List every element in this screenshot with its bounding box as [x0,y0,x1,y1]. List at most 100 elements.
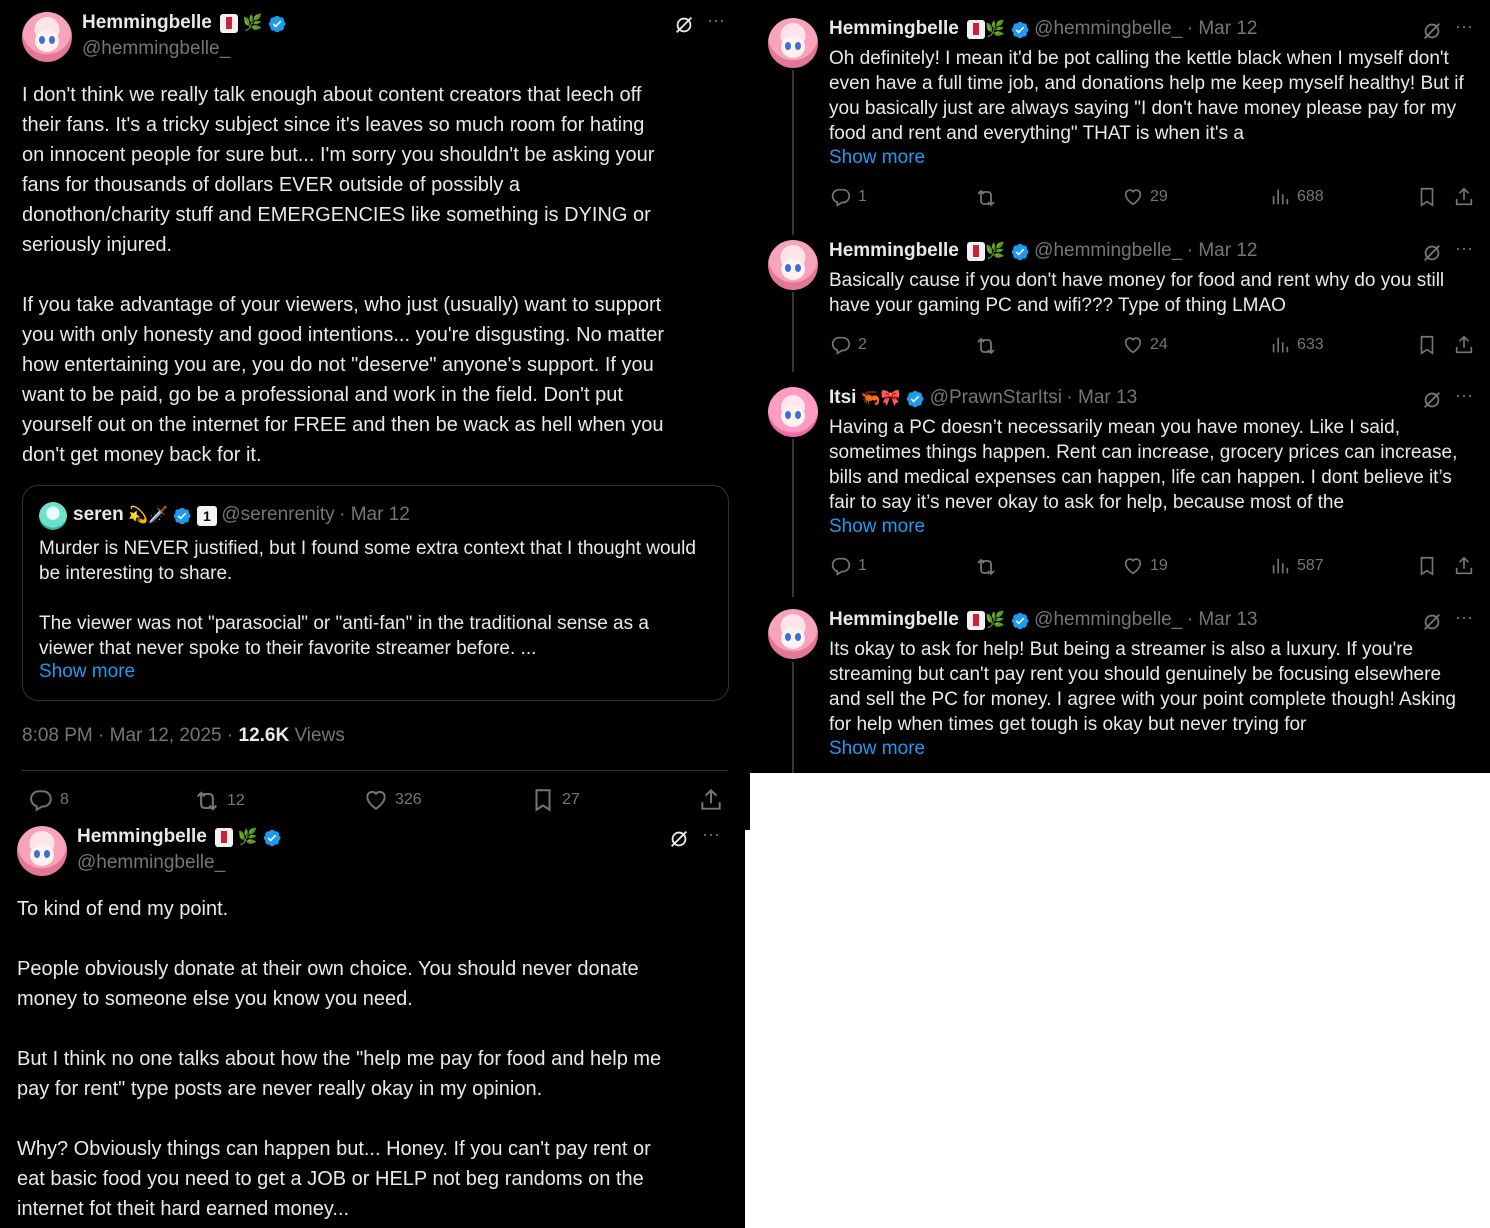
grok-icon[interactable] [1421,20,1443,42]
bookmark-tag-icon [967,20,986,40]
handle[interactable]: @hemmingbelle_ [82,38,230,60]
more-icon[interactable]: ··· [1455,385,1473,406]
share-button[interactable] [1453,334,1475,356]
handle[interactable]: @PrawnStarItsi [930,387,1062,408]
verified-badge-icon [267,14,287,34]
avatar[interactable] [22,12,72,62]
more-icon[interactable]: ··· [1455,238,1473,259]
verified-badge-icon [172,506,192,526]
reply-button[interactable]: 8 [28,787,69,813]
avatar[interactable] [768,240,818,290]
views-icon [1269,555,1291,577]
share-button[interactable] [1453,555,1475,577]
quote-handle: @serenrenity [221,504,335,525]
repost-button[interactable] [974,334,998,358]
author-line: Hemmingbelle 🌿 @hemmingbelle_ · Mar 12 [829,18,1258,40]
display-name[interactable]: Hemmingbelle [77,826,207,847]
more-icon[interactable]: ··· [707,10,725,31]
share-icon [1453,334,1475,356]
bookmark-button[interactable] [1416,186,1438,208]
display-name[interactable]: Hemmingbelle [829,609,959,630]
more-icon[interactable]: ··· [1455,607,1473,628]
post-timestamp: 8:08 PM · Mar 12, 2025 · 12.6K Views [22,725,345,746]
display-name[interactable]: Itsi [829,387,856,408]
views-button[interactable]: 633 [1269,334,1324,356]
reply-text: Its okay to ask for help! But being a st… [829,639,1456,735]
share-button[interactable] [698,787,724,813]
like-button[interactable]: 19 [1122,555,1168,577]
reply-post[interactable]: Hemmingbelle 🌿 @hemmingbelle_ · Mar 12 ·… [750,222,1490,372]
reply-date[interactable]: · Mar 13 [1187,609,1258,630]
like-button[interactable]: 326 [363,787,422,813]
reply-button[interactable]: 2 [830,334,867,356]
handle[interactable]: @hemmingbelle_ [1034,240,1182,261]
bookmark-tag-icon [967,242,986,262]
reply-post[interactable]: Hemmingbelle 🌿 @hemmingbelle_ · Mar 13 ·… [750,591,1490,773]
grok-icon[interactable] [1421,611,1443,633]
author-line: Itsi 🦐🎀 @PrawnStarItsi · Mar 13 [829,387,1137,409]
grok-icon[interactable] [1421,242,1443,264]
author-line: Hemmingbelle 🌿 [77,826,282,848]
share-button[interactable] [1453,186,1475,208]
handle[interactable]: @hemmingbelle_ [1034,609,1182,630]
views-icon [1269,334,1291,356]
avatar[interactable] [768,387,818,437]
ribbon-icon: 🎀 [880,389,901,407]
dagger-icon: 🗡️ [148,506,168,524]
avatar[interactable] [768,18,818,68]
handle[interactable]: @hemmingbelle_ [77,852,225,874]
show-more-link[interactable]: Show more [39,661,135,683]
repost-button[interactable]: 12 [193,787,245,815]
display-name[interactable]: Hemmingbelle [82,12,212,33]
herb-icon: 🌿 [985,611,1006,629]
show-more-link[interactable]: Show more [829,516,925,538]
bookmark-tag-icon [967,611,986,631]
bookmark-button[interactable] [1416,334,1438,356]
grok-icon[interactable] [668,828,690,850]
avatar[interactable] [768,609,818,659]
reply-post[interactable]: Itsi 🦐🎀 @PrawnStarItsi · Mar 13 ··· Havi… [750,369,1490,594]
bookmark-icon [1416,334,1438,356]
grok-icon[interactable] [673,14,695,36]
avatar[interactable] [17,826,67,876]
reply-date[interactable]: · Mar 13 [1066,387,1137,408]
display-name[interactable]: Hemmingbelle [829,240,959,261]
reply-button[interactable]: 1 [830,555,867,577]
author-line: Hemmingbelle 🌿 @hemmingbelle_ · Mar 12 [829,240,1258,262]
show-more-link[interactable]: Show more [829,738,925,760]
views-button[interactable]: 688 [1269,186,1324,208]
repost-button[interactable] [974,186,998,210]
reply-date[interactable]: · Mar 12 [1187,18,1258,39]
views-button[interactable]: 587 [1269,555,1324,577]
handle[interactable]: @hemmingbelle_ [1034,18,1182,39]
herb-icon: 🌿 [985,242,1006,260]
more-icon[interactable]: ··· [702,824,720,845]
share-icon [1453,186,1475,208]
post-text: To kind of end my point. People obviousl… [17,898,662,1220]
followup-post: Hemmingbelle 🌿 @hemmingbelle_ ··· To kin… [0,818,745,1228]
reply-thread: Hemmingbelle 🌿 @hemmingbelle_ · Mar 12 ·… [750,0,1490,773]
quote-author-line: seren 💫🗡️ 1 @serenrenity · Mar 12 [73,504,410,526]
display-name[interactable]: Hemmingbelle [829,18,959,39]
repost-icon [974,186,998,210]
divider [22,770,728,771]
repost-button[interactable] [974,555,998,579]
bookmark-button[interactable] [1416,555,1438,577]
reply-post[interactable]: Hemmingbelle 🌿 @hemmingbelle_ · Mar 12 ·… [750,0,1490,225]
quoted-post[interactable]: seren 💫🗡️ 1 @serenrenity · Mar 12 Murder… [22,485,729,701]
reply-icon [28,787,54,813]
reply-button[interactable]: 1 [830,186,867,208]
verified-badge-icon [262,828,282,848]
like-icon [363,787,389,813]
grok-icon[interactable] [1421,389,1443,411]
reply-text: Oh definitely! I mean it'd be pot callin… [829,48,1464,144]
verified-badge-icon [1010,242,1030,262]
show-more-link[interactable]: Show more [829,147,925,169]
bookmark-button[interactable]: 27 [530,787,580,813]
more-icon[interactable]: ··· [1455,16,1473,37]
like-button[interactable]: 29 [1122,186,1168,208]
herb-icon: 🌿 [237,828,258,846]
reply-date[interactable]: · Mar 12 [1187,240,1258,261]
verified-badge-icon [905,389,925,409]
like-button[interactable]: 24 [1122,334,1168,356]
